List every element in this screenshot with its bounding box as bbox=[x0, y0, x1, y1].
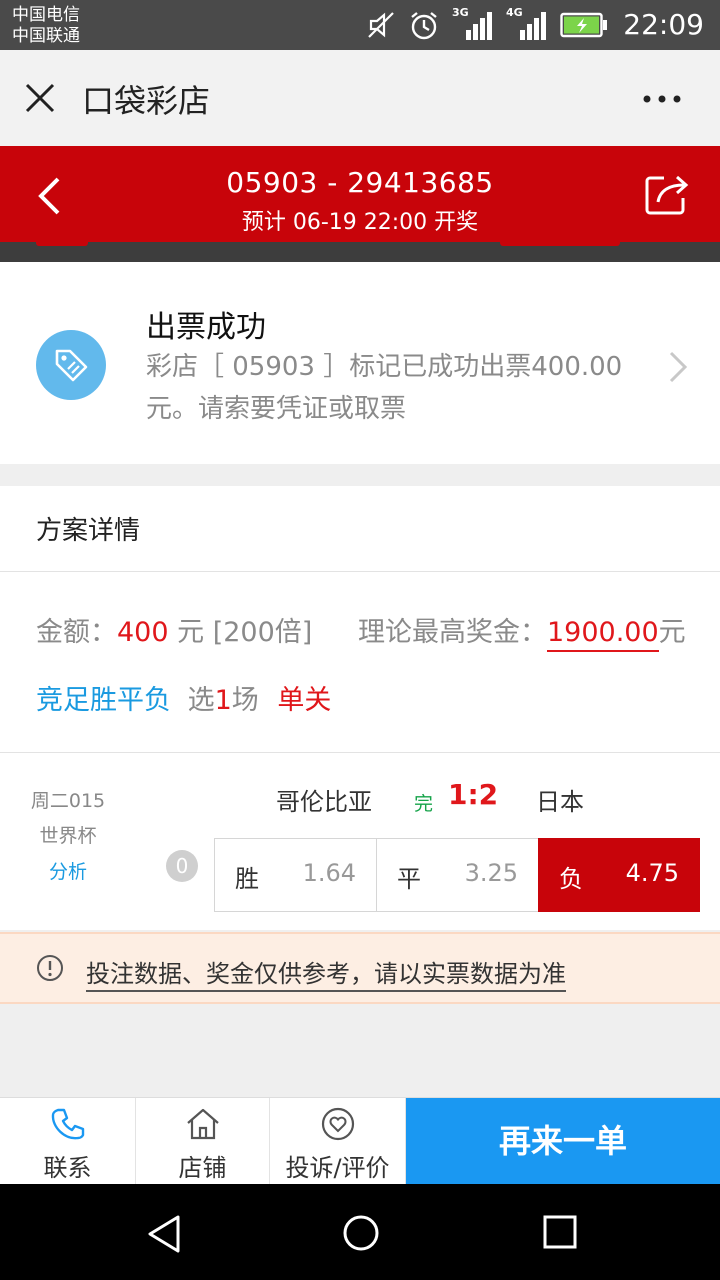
odds-label: 平 bbox=[397, 865, 421, 893]
signal-3g-icon bbox=[466, 12, 492, 40]
max-prize-label: 理论最高奖金： bbox=[358, 617, 547, 648]
reorder-button[interactable]: 再来一单 bbox=[406, 1098, 720, 1185]
odds-win-button[interactable]: 胜 1.64 bbox=[214, 838, 377, 912]
match-league: 世界杯 bbox=[39, 825, 97, 847]
tab-complaint-label: 投诉/评价 bbox=[285, 1154, 390, 1182]
game-row: 竞足胜平负 选1场 单关 bbox=[36, 678, 331, 717]
ticket-icon-circle bbox=[36, 330, 106, 400]
amount-unit: 元 [200倍] bbox=[168, 617, 313, 648]
close-icon[interactable] bbox=[24, 82, 56, 114]
odds-draw-button[interactable]: 平 3.25 bbox=[376, 838, 539, 912]
header-shadow-strip bbox=[0, 242, 720, 262]
odds-value: 4.75 bbox=[625, 859, 679, 887]
tab-contact-label: 联系 bbox=[43, 1154, 92, 1182]
select-suffix: 场 bbox=[231, 685, 259, 716]
select-count: 1 bbox=[214, 685, 232, 716]
amount-label: 金额： bbox=[36, 617, 117, 648]
share-icon[interactable] bbox=[644, 170, 690, 216]
info-icon bbox=[37, 955, 63, 981]
bottom-action-bar: 联系 店铺 投诉/评价 再来一单 bbox=[0, 1097, 720, 1185]
page-title: 口袋彩店 bbox=[82, 82, 211, 120]
more-menu-icon[interactable] bbox=[642, 94, 682, 104]
divider bbox=[0, 571, 720, 572]
signal-3g: 3G bbox=[452, 6, 494, 40]
order-id: 05903 - 29413685 bbox=[226, 166, 494, 199]
pass-type: 单关 bbox=[277, 685, 332, 716]
tab-complaint[interactable]: 投诉/评价 bbox=[270, 1098, 406, 1185]
away-team: 日本 bbox=[536, 788, 584, 816]
order-header: 05903 - 29413685 预计 06-19 22:00 开奖 bbox=[0, 146, 720, 242]
tab-shop[interactable]: 店铺 bbox=[136, 1098, 270, 1185]
nav-back-icon[interactable] bbox=[146, 1214, 182, 1254]
max-prize-unit: 元 bbox=[658, 617, 686, 648]
strip-mark-left bbox=[36, 242, 88, 246]
plan-details-card: 方案详情 金额：400 元 [200倍] 理论最高奖金：1900.00元 竞足胜… bbox=[0, 486, 720, 930]
heart-circle-icon bbox=[321, 1107, 355, 1141]
match-score: 1:2 bbox=[448, 778, 499, 811]
strip-mark-right bbox=[500, 242, 620, 246]
select-prefix: 选 bbox=[187, 685, 215, 716]
odds-value: 3.25 bbox=[464, 859, 518, 887]
battery-charging-icon bbox=[560, 12, 607, 38]
max-prize-row: 理论最高奖金：1900.00元 bbox=[358, 610, 686, 652]
divider bbox=[0, 752, 720, 753]
phone-icon bbox=[51, 1108, 85, 1140]
signal-4g-icon bbox=[520, 12, 546, 40]
app-bar: 口袋彩店 bbox=[0, 50, 720, 146]
carrier-2: 中国联通 bbox=[12, 26, 80, 46]
odds-label: 负 bbox=[559, 865, 583, 893]
home-icon bbox=[187, 1108, 219, 1140]
handicap-badge: 0 bbox=[166, 850, 198, 882]
match-code: 周二015 bbox=[30, 790, 106, 812]
tag-icon bbox=[55, 349, 88, 382]
max-prize-value: 1900.00 bbox=[547, 617, 659, 652]
chevron-right-icon bbox=[669, 351, 688, 383]
ticket-status-title: 出票成功 bbox=[146, 310, 266, 345]
amount-row: 金额：400 元 [200倍] bbox=[36, 610, 312, 649]
ticket-status-description: 彩店［ 05903 ］标记已成功出票400.00元。请索要凭证或取票 bbox=[146, 352, 623, 424]
status-bar: 中国电信 中国联通 3G 4G 22:09 bbox=[0, 0, 720, 50]
draw-time: 预计 06-19 22:00 开奖 bbox=[241, 210, 479, 235]
amount-value: 400 bbox=[117, 617, 169, 648]
alarm-icon bbox=[411, 12, 437, 40]
odds-label: 胜 bbox=[235, 865, 259, 893]
status-icons: 3G 4G bbox=[366, 6, 608, 42]
clock: 22:09 bbox=[623, 8, 704, 41]
disclaimer-notice: 投注数据、奖金仅供参考，请以实票数据为准 bbox=[0, 932, 720, 1004]
game-type: 竞足胜平负 bbox=[36, 685, 171, 716]
carrier-1: 中国电信 bbox=[12, 5, 80, 25]
disclaimer-text: 投注数据、奖金仅供参考，请以实票数据为准 bbox=[86, 954, 566, 992]
plan-section-title: 方案详情 bbox=[36, 516, 141, 546]
analysis-link[interactable]: 分析 bbox=[30, 857, 106, 884]
nav-home-icon[interactable] bbox=[342, 1214, 380, 1252]
tab-shop-label: 店铺 bbox=[178, 1154, 227, 1182]
signal-4g: 4G bbox=[506, 6, 548, 40]
odds-value: 1.64 bbox=[302, 859, 356, 887]
tab-contact[interactable]: 联系 bbox=[0, 1098, 136, 1185]
system-nav-bar bbox=[0, 1184, 720, 1280]
odds-lose-button[interactable]: 负 4.75 bbox=[538, 838, 700, 912]
home-team: 哥伦比亚 bbox=[276, 788, 372, 816]
mute-icon bbox=[368, 12, 394, 38]
ticket-status-card[interactable]: 出票成功 彩店［ 05903 ］标记已成功出票400.00元。请索要凭证或取票 bbox=[0, 262, 720, 464]
nav-recents-icon[interactable] bbox=[543, 1215, 577, 1249]
match-status: 完 bbox=[414, 793, 434, 815]
